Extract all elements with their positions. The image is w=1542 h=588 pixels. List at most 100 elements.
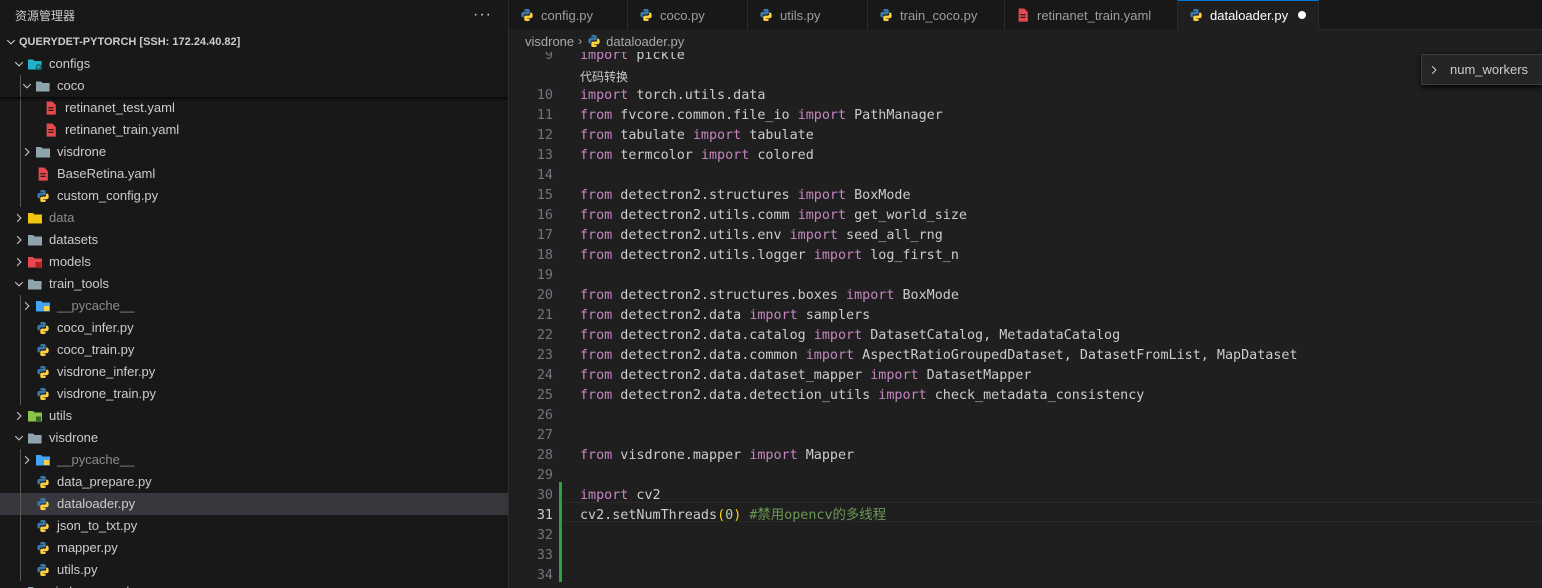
chevron-right-icon <box>11 232 27 248</box>
breadcrumb-folder[interactable]: visdrone <box>525 34 574 49</box>
tree-file[interactable]: coco_infer.py <box>0 317 508 339</box>
code-line[interactable]: 18 from detectron2.utils.logger import lo… <box>509 246 1542 266</box>
line-number: 21 <box>536 308 553 323</box>
editor-tab[interactable]: coco.py <box>628 0 748 30</box>
line-number: 23 <box>536 348 553 363</box>
code-text: from detectron2.structures import BoxMod… <box>580 188 911 203</box>
code-line[interactable]: 25 from detectron2.data.detection_utils i… <box>509 386 1542 406</box>
code-line[interactable]: 17 from detectron2.utils.env import seed_… <box>509 226 1542 246</box>
unsaved-dot-icon[interactable] <box>1298 11 1307 19</box>
code-line[interactable]: 22 from detectron2.data.catalog import Da… <box>509 326 1542 346</box>
explorer-header: 资源管理器 ··· <box>0 0 508 30</box>
code-line[interactable]: 30 import cv2 <box>509 486 1542 506</box>
workspace-root[interactable]: QUERYDET-PYTORCH [SSH: 172.24.40.82] <box>0 31 508 53</box>
chevron-right-icon <box>11 408 27 424</box>
tree-folder[interactable]: visdrone <box>0 427 508 449</box>
tree-file[interactable]: dataloader.py <box>0 493 508 515</box>
tree-folder[interactable]: __pycache__ <box>0 449 508 471</box>
indent-guide <box>20 471 21 493</box>
tree-folder[interactable]: train_tools <box>0 273 508 295</box>
code-line[interactable]: 21 from detectron2.data import samplers <box>509 306 1542 326</box>
code-editor[interactable]: 9 import pickle 代码转换 10 import torch.utils.d… <box>509 52 1542 588</box>
code-line[interactable]: 10 import torch.utils.data <box>509 86 1542 106</box>
tree-file[interactable]: retinanet_test.yaml <box>0 97 508 119</box>
tree-file[interactable]: mapper.py <box>0 537 508 559</box>
code-line[interactable]: 13 from termcolor import colored <box>509 146 1542 166</box>
python-file-icon <box>35 188 51 204</box>
tree-folder[interactable]: utils <box>0 405 508 427</box>
tree-folder[interactable]: datasets <box>0 229 508 251</box>
code-text: from detectron2.data.catalog import Data… <box>580 328 1121 343</box>
editor-tab[interactable]: train_coco.py <box>868 0 1005 30</box>
more-actions-icon[interactable]: ··· <box>473 6 492 24</box>
tree-folder[interactable]: visdrone_eval <box>0 581 508 588</box>
tree-file[interactable]: visdrone_train.py <box>0 383 508 405</box>
code-line[interactable]: 34 <box>509 566 1542 586</box>
editor-tab[interactable]: dataloader.py <box>1178 0 1320 30</box>
tree-folder[interactable]: __pycache__ <box>0 295 508 317</box>
tree-folder[interactable]: coco <box>0 75 508 97</box>
tree-folder[interactable]: data <box>0 207 508 229</box>
workspace-label: QUERYDET-PYTORCH [SSH: 172.24.40.82] <box>19 36 241 48</box>
python-file-icon <box>35 518 51 534</box>
tree-folder[interactable]: models <box>0 251 508 273</box>
tree-folder[interactable]: configs <box>0 53 508 75</box>
code-line[interactable]: 26 <box>509 406 1542 426</box>
editor-tab[interactable]: utils.py <box>748 0 868 30</box>
code-lens-hint[interactable]: 代码转换 <box>580 68 628 85</box>
tab-label: config.py <box>541 7 594 23</box>
models-folder-icon <box>27 254 43 270</box>
chevron-right-icon <box>11 584 27 588</box>
tree-item-label: models <box>49 254 91 269</box>
tree-file[interactable]: utils.py <box>0 559 508 581</box>
code-line[interactable]: 20 from detectron2.structures.boxes impor… <box>509 286 1542 306</box>
line-number: 11 <box>536 108 553 123</box>
code-line[interactable]: 27 <box>509 426 1542 446</box>
tree-item-label: retinanet_train.yaml <box>65 122 180 137</box>
editor-tab[interactable]: config.py <box>509 0 628 30</box>
folder-open-icon <box>27 430 43 446</box>
code-line[interactable]: 15 from detectron2.structures import BoxM… <box>509 186 1542 206</box>
code-line[interactable]: 19 <box>509 266 1542 286</box>
code-line[interactable]: 14 <box>509 166 1542 186</box>
code-text: from detectron2.utils.env import seed_al… <box>580 228 943 243</box>
chevron-down-icon <box>11 276 27 292</box>
indent-guide <box>20 295 21 317</box>
code-line[interactable]: 31 cv2.setNumThreads(0) #禁用opencv的多线程 <box>509 506 1542 526</box>
code-line[interactable]: 32 <box>509 526 1542 546</box>
tree-file[interactable]: visdrone_infer.py <box>0 361 508 383</box>
code-text: from detectron2.structures.boxes import … <box>580 288 959 303</box>
tree-file[interactable]: data_prepare.py <box>0 471 508 493</box>
tree-file[interactable]: BaseRetina.yaml <box>0 163 508 185</box>
code-line[interactable]: 9 import pickle <box>509 52 1542 66</box>
python-file-icon <box>1188 7 1204 23</box>
code-text: from detectron2.data.dataset_mapper impo… <box>580 368 1032 383</box>
code-line[interactable]: 23 from detectron2.data.common import Asp… <box>509 346 1542 366</box>
code-line[interactable]: 24 from detectron2.data.dataset_mapper im… <box>509 366 1542 386</box>
line-number: 18 <box>536 248 553 263</box>
code-text: import torch.utils.data <box>580 88 766 103</box>
code-line[interactable]: 11 from fvcore.common.file_io import Path… <box>509 106 1542 126</box>
chevron-down-icon <box>19 78 35 94</box>
tree-file[interactable]: coco_train.py <box>0 339 508 361</box>
python-file-icon <box>35 320 51 336</box>
code-line[interactable]: 16 from detectron2.utils.comm import get_… <box>509 206 1542 226</box>
editor-tab[interactable]: retinanet_train.yaml <box>1005 0 1178 30</box>
code-line[interactable]: 28 from visdrone.mapper import Mapper <box>509 446 1542 466</box>
sticky-scroll-widget[interactable]: num_workers <box>1421 54 1542 85</box>
code-line[interactable]: 29 <box>509 466 1542 486</box>
breadcrumb-file[interactable]: dataloader.py <box>606 34 684 49</box>
line-number: 34 <box>536 568 553 583</box>
code-line[interactable]: 12 from tabulate import tabulate <box>509 126 1542 146</box>
tree-file[interactable]: json_to_txt.py <box>0 515 508 537</box>
tree-folder[interactable]: visdrone <box>0 141 508 163</box>
tab-label: train_coco.py <box>900 7 978 23</box>
tree-file[interactable]: retinanet_train.yaml <box>0 119 508 141</box>
tree-file[interactable]: custom_config.py <box>0 185 508 207</box>
tree-item-label: __pycache__ <box>57 298 135 313</box>
code-line[interactable]: 33 <box>509 546 1542 566</box>
tree-item-label: utils <box>49 408 73 423</box>
